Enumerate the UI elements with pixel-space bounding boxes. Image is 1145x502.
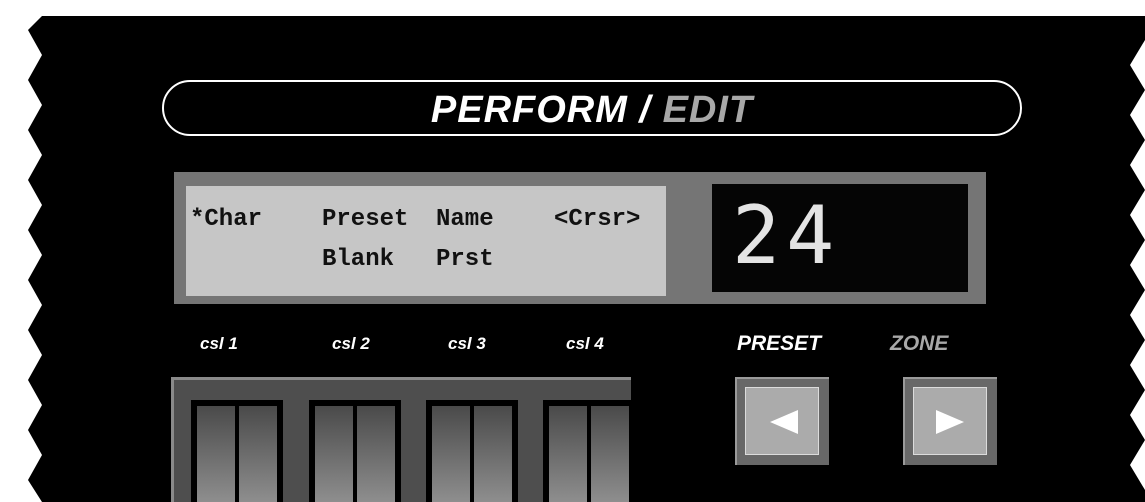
lcd-line1-col1: *Char <box>190 206 263 233</box>
lcd-line2-col3: Prst <box>436 246 494 273</box>
led-value: 24 <box>732 189 841 282</box>
continuous-slider-4[interactable] <box>543 400 635 502</box>
lcd-line1-col2: Preset <box>322 206 409 233</box>
triangle-left-icon <box>770 410 798 434</box>
slider-label-1: csl 1 <box>200 334 238 353</box>
mode-title-banner: PERFORM / EDIT <box>162 80 1022 136</box>
mode-title: PERFORM / EDIT <box>164 88 1020 132</box>
led-number-display: 24 <box>712 184 968 292</box>
zone-button-plate <box>903 377 997 465</box>
continuous-slider-3[interactable] <box>426 400 518 502</box>
slider-label-4: csl 4 <box>566 334 604 353</box>
lcd-line2-col2: Blank <box>322 246 395 273</box>
continuous-slider-2[interactable] <box>309 400 401 502</box>
preset-button-plate <box>735 377 829 465</box>
lcd-display: *Char Preset Name <Crsr> Blank Prst <box>186 186 666 296</box>
zone-label: ZONE <box>890 332 949 355</box>
slider-label-2: csl 2 <box>332 334 370 353</box>
triangle-right-icon <box>936 410 964 434</box>
slider-label-3: csl 3 <box>448 334 486 353</box>
continuous-slider-1[interactable] <box>191 400 283 502</box>
preset-label: PRESET <box>737 332 822 355</box>
lcd-line1-col3: Name <box>436 206 494 233</box>
preset-left-button[interactable] <box>745 387 819 455</box>
title-edit: EDIT <box>662 89 754 131</box>
title-perform: PERFORM / <box>430 89 651 131</box>
zone-right-button[interactable] <box>913 387 987 455</box>
lcd-line1-col4: <Crsr> <box>554 206 641 233</box>
